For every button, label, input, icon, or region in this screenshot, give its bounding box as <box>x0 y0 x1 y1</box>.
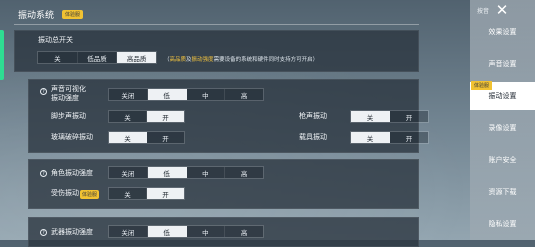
role-option-high[interactable]: 高 <box>225 167 263 178</box>
master-option-low[interactable]: 低品质 <box>77 52 118 63</box>
header-divider <box>14 24 419 25</box>
gunshot-vibration-toggle: 关 开 <box>350 110 429 123</box>
glass-vibration-label: 玻璃破碎振动 <box>51 133 93 141</box>
help-icon[interactable]: ? <box>40 170 47 177</box>
master-switch-selector: 关 低品质 高品质 <box>37 51 157 64</box>
help-icon[interactable]: ? <box>40 88 47 95</box>
beta-badge: 体验服 <box>62 10 84 19</box>
role-option-mid[interactable]: 中 <box>186 167 226 178</box>
footstep-vibration-toggle: 关 开 <box>108 110 185 123</box>
footstep-vibration-label: 脚步声振动 <box>51 112 86 120</box>
vehicle-vibration-label: 载具振动 <box>299 133 327 141</box>
weapon-intensity-selector: 关闭 低 中 高 <box>108 225 264 238</box>
role-intensity-label: 角色振动强度 <box>51 169 93 177</box>
weapon-option-off[interactable]: 关闭 <box>109 226 148 237</box>
hurt-vibration-toggle: 关 开 <box>108 187 185 200</box>
master-option-high[interactable]: 高品质 <box>117 52 157 63</box>
sidebar-item-downloads[interactable]: 资源下载 <box>470 178 535 206</box>
gunshot-option-on[interactable]: 开 <box>390 111 428 122</box>
sidebar-top-label: 按音 <box>477 8 490 15</box>
master-switch-note: （高品质及振动强度需要设备的系统和硬件同时支持方可开启） <box>164 57 319 63</box>
role-option-low[interactable]: 低 <box>147 167 187 178</box>
help-icon[interactable]: ? <box>40 229 47 236</box>
weapon-intensity-label: 武器振动强度 <box>51 228 93 236</box>
sound-option-off[interactable]: 关闭 <box>109 89 148 100</box>
hurt-beta-badge: 体验服 <box>80 190 100 199</box>
page-title: 振动系统 <box>18 11 55 21</box>
footstep-option-off[interactable]: 关 <box>109 111 147 122</box>
sound-option-high[interactable]: 高 <box>225 89 263 100</box>
hurt-option-off[interactable]: 关 <box>109 188 147 199</box>
gunshot-vibration-label: 枪声振动 <box>299 112 327 120</box>
vehicle-option-off[interactable]: 关 <box>351 132 390 143</box>
gunshot-option-off[interactable]: 关 <box>351 111 390 122</box>
close-icon[interactable]: ✕ <box>493 1 511 19</box>
hurt-option-on[interactable]: 开 <box>147 188 184 199</box>
role-intensity-selector: 关闭 低 中 高 <box>108 166 264 179</box>
weapon-option-low[interactable]: 低 <box>147 226 187 237</box>
sidebar-beta-badge: 体验服 <box>471 81 493 90</box>
sound-intensity-label-line2: 振动强度 <box>51 94 79 102</box>
glass-vibration-toggle: 关 开 <box>108 131 185 144</box>
vehicle-vibration-toggle: 关 开 <box>350 131 429 144</box>
master-switch-label: 振动总开关 <box>38 36 73 44</box>
hurt-vibration-label: 受伤振动 <box>51 189 79 197</box>
sound-intensity-label-line1: 声音可视化 <box>51 85 86 93</box>
master-option-off[interactable]: 关 <box>38 52 78 63</box>
role-option-off[interactable]: 关闭 <box>109 167 148 178</box>
sound-option-mid[interactable]: 中 <box>186 89 226 100</box>
sidebar-item-replay[interactable]: 录像设置 <box>470 114 535 142</box>
weapon-option-mid[interactable]: 中 <box>186 226 226 237</box>
glass-option-on[interactable]: 开 <box>147 132 184 143</box>
glass-option-off[interactable]: 关 <box>109 132 147 143</box>
edge-indicator <box>0 30 4 80</box>
sound-option-low[interactable]: 低 <box>147 89 187 100</box>
sidebar-item-account-security[interactable]: 账户安全 <box>470 146 535 174</box>
sidebar-item-effects[interactable]: 效果设置 <box>470 18 535 46</box>
sidebar-item-privacy[interactable]: 隐私设置 <box>470 210 535 238</box>
vehicle-option-on[interactable]: 开 <box>390 132 428 143</box>
sidebar-item-sound[interactable]: 声音设置 <box>470 50 535 78</box>
footstep-option-on[interactable]: 开 <box>147 111 184 122</box>
weapon-option-high[interactable]: 高 <box>225 226 263 237</box>
sound-intensity-selector: 关闭 低 中 高 <box>108 88 264 101</box>
